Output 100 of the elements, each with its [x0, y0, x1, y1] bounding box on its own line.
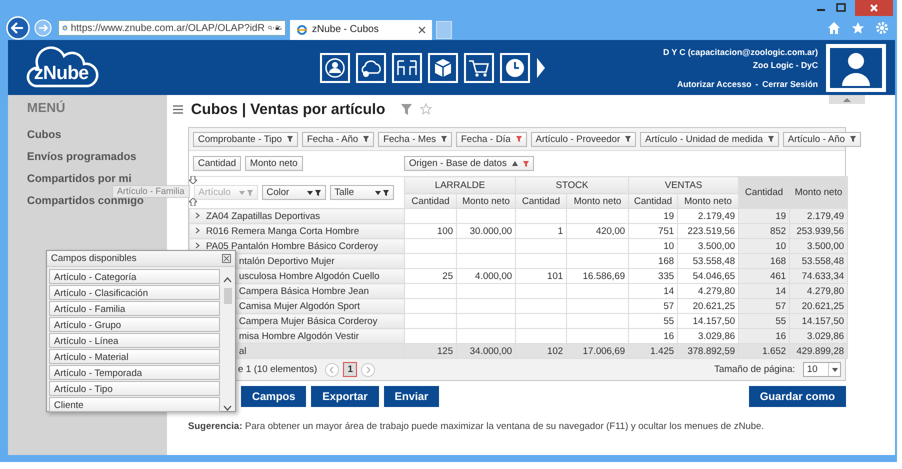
table-cell	[516, 314, 567, 328]
field-item[interactable]: Artículo - Tipo	[49, 381, 220, 396]
close-icon[interactable]	[222, 254, 231, 263]
row-field[interactable]: Color	[262, 185, 326, 200]
table-cell: 420,00	[566, 224, 629, 238]
cart-icon[interactable]	[464, 52, 494, 82]
column-header: Monto neto	[678, 194, 739, 208]
field-item[interactable]: Artículo - Línea	[49, 333, 220, 348]
table-cell: 74.633,34	[790, 268, 848, 284]
field-item[interactable]: Artículo - Temporada	[49, 365, 220, 380]
table-cell	[404, 284, 456, 298]
field-item[interactable]: Artículo - Clasificación	[49, 285, 220, 300]
browser-tab[interactable]: zNube - Cubos	[290, 20, 432, 40]
field-item[interactable]: Artículo - Familia	[49, 301, 220, 316]
menu-icon[interactable]	[173, 104, 183, 114]
cloud-gear-icon[interactable]	[356, 52, 386, 82]
field-item[interactable]: Artículo - Material	[49, 349, 220, 364]
table-cell	[516, 284, 567, 298]
authorize-link[interactable]: Autorizar Accesso	[677, 78, 752, 88]
table-cell: 19	[628, 208, 678, 224]
table-cell: 4.000,00	[456, 268, 516, 284]
star-icon[interactable]	[851, 21, 865, 35]
menu-item[interactable]: Cubos	[27, 129, 62, 142]
table-cell: 223.519,56	[678, 224, 739, 238]
filter-field[interactable]: Fecha - Mes	[378, 132, 452, 146]
maximize-icon[interactable]	[835, 3, 847, 13]
table-cell	[516, 238, 567, 254]
menu-item[interactable]: Compartidos por mi	[27, 173, 132, 186]
next-arrow-icon[interactable]	[536, 56, 546, 78]
row-header[interactable]: ZA04 Zapatillas Deportivas	[190, 208, 404, 224]
avatar-icon[interactable]	[826, 44, 886, 92]
table-cell: 53.558,48	[790, 254, 848, 268]
filter-field[interactable]: Fecha - Día	[456, 132, 527, 146]
table-cell: 3.500,00	[678, 238, 739, 254]
menu-item[interactable]: Compartidos conmigo	[27, 195, 144, 208]
row-header[interactable]: R016 Remera Manga Corta Hombre	[190, 224, 404, 238]
filter-field[interactable]: Artículo - Proveedor	[530, 132, 636, 146]
filter-field[interactable]: Comprobante - Tipo	[193, 132, 298, 146]
menu-item[interactable]: Envíos programados	[27, 151, 136, 164]
table-cell: 168	[738, 254, 790, 268]
field-item[interactable]: Cliente	[49, 397, 220, 412]
scrollbar-thumb[interactable]	[224, 288, 232, 304]
page-button[interactable]: 1	[343, 362, 358, 377]
action-button[interactable]: Exportar	[311, 386, 379, 407]
column-header: Cantidad	[404, 194, 456, 208]
save-as-button[interactable]: Guardar como	[748, 386, 846, 407]
table-cell: 335	[628, 268, 678, 284]
table-cell	[566, 298, 629, 314]
filter-field[interactable]: Artículo - Año	[782, 132, 861, 146]
user-name: D Y C (capacitacion@zoologic.com.ar)	[663, 46, 818, 56]
table-cell: 10	[628, 238, 678, 254]
logo[interactable]: zNube	[26, 46, 100, 90]
page-size-select[interactable]: 10	[803, 362, 841, 377]
row-field[interactable]: Talle	[330, 185, 394, 200]
cube-icon[interactable]	[428, 52, 458, 82]
logout-link[interactable]: Cerrar Sesión	[762, 78, 818, 88]
table-cell	[566, 284, 629, 298]
close-icon	[869, 3, 879, 13]
chevron-down-icon[interactable]	[223, 405, 232, 411]
table-cell: 253.939,56	[790, 224, 848, 238]
chevron-right-icon	[366, 366, 370, 372]
table-cell: 3.500,00	[790, 238, 848, 254]
clock-icon[interactable]	[500, 52, 530, 82]
action-button[interactable]: Campos	[241, 386, 306, 407]
table-cell: 168	[628, 254, 678, 268]
filter-field[interactable]: Fecha - Año	[302, 132, 374, 146]
address-bar[interactable]: https://www.znube.com.ar/OLAP/OLAP?idR	[58, 20, 286, 36]
browser-icon	[296, 24, 308, 36]
close-button[interactable]	[855, 0, 893, 16]
action-button[interactable]: Enviar	[384, 386, 440, 407]
field-item[interactable]: Artículo - Categoría	[49, 269, 220, 284]
chairs-icon[interactable]	[392, 52, 422, 82]
total-cell: 1.652	[738, 344, 790, 358]
table-cell: 751	[628, 224, 678, 238]
field-item[interactable]: Artículo - Grupo	[49, 317, 220, 332]
collapse-tab[interactable]	[829, 95, 865, 104]
table-cell: 20.621,25	[678, 298, 739, 314]
table-cell: 55	[738, 314, 790, 328]
filter-field[interactable]: Artículo - Unidad de medida	[640, 132, 779, 146]
data-field[interactable]: Cantidad	[193, 156, 242, 171]
chevron-up-icon[interactable]	[223, 277, 232, 283]
drag-ghost: Artículo - Familia	[112, 185, 190, 198]
table-cell	[566, 238, 629, 254]
filter-icon[interactable]	[401, 104, 412, 114]
data-field[interactable]: Monto neto	[245, 156, 303, 171]
table-cell: 3.029,86	[790, 328, 848, 344]
table-cell	[566, 254, 629, 268]
back-button[interactable]	[6, 16, 30, 40]
dropdown-funnel-icon	[306, 190, 320, 196]
table-cell	[404, 238, 456, 254]
star-outline-icon[interactable]	[420, 103, 432, 115]
table-cell: 55	[628, 314, 678, 328]
column-group-header: VENTAS	[628, 176, 739, 194]
hint-text: Sugerencia: Para obtener un mayor área de trabajo puede maximizar la ventana de su navegador (F11) y ocultar los menues de zNube.	[188, 421, 765, 432]
close-icon[interactable]	[418, 26, 426, 34]
table-cell	[456, 238, 516, 254]
total-cell: 378.892,59	[678, 344, 739, 358]
table-cell: 2.179,49	[790, 208, 848, 224]
person-cycle-icon[interactable]	[320, 52, 350, 82]
column-field[interactable]: Origen - Base de datos	[404, 156, 534, 171]
